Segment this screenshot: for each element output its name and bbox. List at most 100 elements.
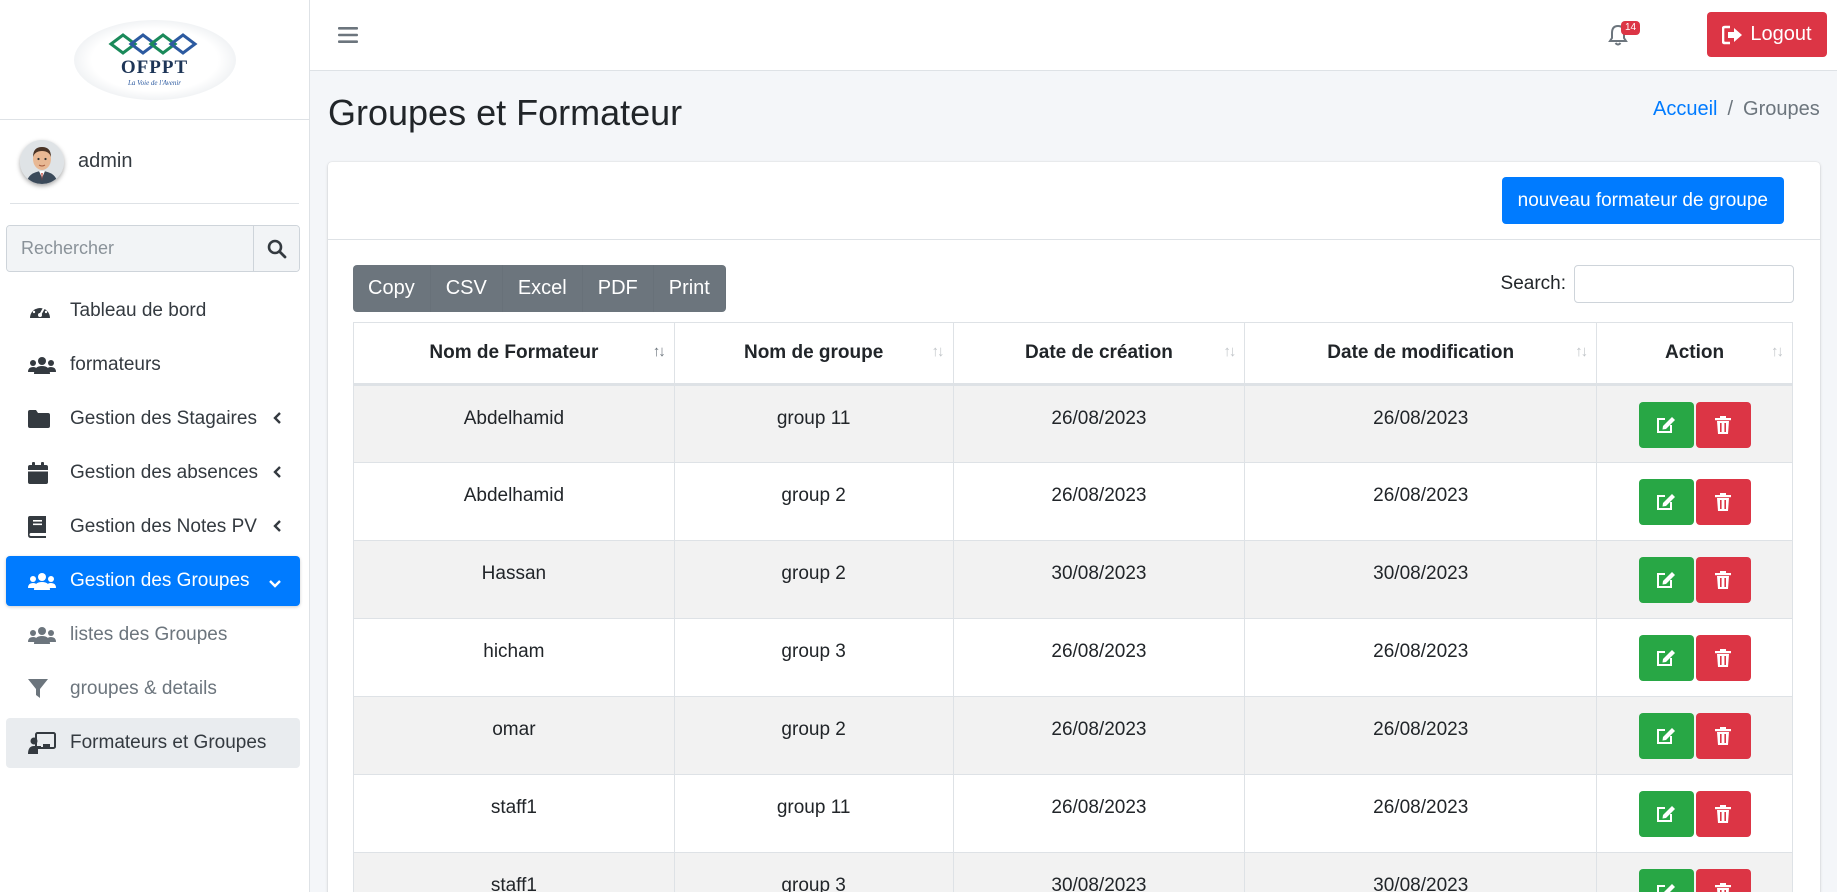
- new-group-trainer-button[interactable]: nouveau formateur de groupe: [1501, 177, 1784, 224]
- cell-actions: [1596, 540, 1793, 619]
- sidebar-item-gestion-des-stagaires[interactable]: Gestion des Stagaires: [6, 394, 300, 444]
- sidebar-item-groupes-details[interactable]: groupes & details: [6, 664, 300, 714]
- table-search-input[interactable]: [1574, 265, 1794, 303]
- cell-formateur: Abdelhamid: [353, 462, 675, 541]
- logo-subtitle: La Voie de l'Avenir: [127, 78, 182, 87]
- sidebar: OFPPT La Voie de l'Avenir admin Recherch…: [0, 0, 310, 892]
- table-body: Abdelhamid group 11 26/08/2023 26/08/202…: [353, 384, 1793, 892]
- edit-button[interactable]: [1638, 869, 1694, 892]
- ofppt-logo[interactable]: OFPPT La Voie de l'Avenir: [73, 19, 236, 100]
- edit-icon: [1657, 572, 1676, 588]
- cell-creation: 26/08/2023: [952, 696, 1246, 775]
- edit-button[interactable]: [1638, 402, 1694, 448]
- cell-creation: 26/08/2023: [952, 774, 1246, 853]
- menu-toggle-icon[interactable]: [338, 26, 358, 49]
- card-header: nouveau formateur de groupe: [328, 162, 1820, 240]
- cell-groupe: group 3: [673, 618, 954, 697]
- excel-button[interactable]: Excel: [503, 265, 583, 312]
- trash-icon: [1715, 883, 1732, 892]
- edit-button[interactable]: [1638, 557, 1694, 603]
- cell-formateur: omar: [353, 696, 675, 775]
- pdf-button[interactable]: PDF: [583, 265, 654, 312]
- chevron-left-icon: [272, 463, 282, 485]
- cell-formateur: hicham: [353, 618, 675, 697]
- table-header-row: Nom de Formateur ↑↓ Nom de groupe ↑↓ Date …: [353, 322, 1793, 386]
- avatar[interactable]: [20, 139, 64, 184]
- logo-emblem-icon: [108, 32, 197, 55]
- sidebar-item-formateurs[interactable]: formateurs: [6, 340, 300, 390]
- user-panel[interactable]: admin: [10, 120, 299, 204]
- sidebar-item-label: Gestion des Notes PV: [70, 516, 257, 537]
- copy-button[interactable]: Copy: [353, 265, 431, 312]
- logout-button[interactable]: Logout: [1707, 12, 1827, 57]
- calendar-icon: [28, 461, 56, 485]
- brand[interactable]: OFPPT La Voie de l'Avenir: [0, 0, 309, 120]
- sidebar-item-gestion-des-groupes[interactable]: Gestion des Groupes: [6, 556, 300, 606]
- delete-button[interactable]: [1695, 479, 1751, 525]
- users-icon: [28, 353, 56, 377]
- sidebar-search-input[interactable]: [7, 226, 253, 271]
- sidebar-item-listes-des-groupes[interactable]: listes des Groupes: [6, 610, 300, 660]
- sidebar-item-gestion-des-notes-pv[interactable]: Gestion des Notes PV: [6, 502, 300, 552]
- column-header-modification[interactable]: Date de modification ↑↓: [1244, 322, 1598, 386]
- cell-modification: 26/08/2023: [1244, 618, 1598, 697]
- cell-creation: 26/08/2023: [952, 462, 1246, 541]
- trash-icon: [1715, 493, 1732, 511]
- export-buttons: Copy CSV Excel PDF Print: [353, 265, 726, 312]
- edit-icon: [1657, 417, 1676, 433]
- column-header-groupe[interactable]: Nom de groupe ↑↓: [673, 322, 954, 386]
- tachometer-icon: [28, 299, 56, 323]
- sort-icon: ↑↓: [1223, 343, 1236, 360]
- csv-button[interactable]: CSV: [431, 265, 503, 312]
- cell-actions: [1596, 384, 1793, 463]
- sidebar-item-tableau-de-bord[interactable]: Tableau de bord: [6, 286, 300, 336]
- trash-icon: [1715, 649, 1732, 667]
- table-row: omar group 2 26/08/2023 26/08/2023: [353, 696, 1793, 775]
- table-search-label: Search:: [1500, 273, 1566, 294]
- page-title: Groupes et Formateur: [328, 92, 683, 133]
- print-button[interactable]: Print: [654, 265, 726, 312]
- edit-button[interactable]: [1638, 791, 1694, 837]
- users-icon: [28, 569, 56, 593]
- groups-table: Nom de Formateur ↑↓ Nom de groupe ↑↓ Date …: [353, 322, 1793, 892]
- table-row: staff1 group 3 30/08/2023 30/08/2023: [353, 852, 1793, 892]
- delete-button[interactable]: [1695, 713, 1751, 759]
- groups-card: nouveau formateur de groupe Copy CSV Exc…: [328, 162, 1820, 892]
- column-header-creation[interactable]: Date de création ↑↓: [952, 322, 1246, 386]
- delete-button[interactable]: [1695, 869, 1751, 892]
- cell-actions: [1596, 852, 1793, 892]
- table-row: Abdelhamid group 2 26/08/2023 26/08/2023: [353, 462, 1793, 541]
- chalkboard-teacher-icon: [28, 731, 56, 755]
- table-search: Search:: [1501, 265, 1794, 303]
- delete-button[interactable]: [1695, 635, 1751, 681]
- sidebar-item-gestion-des-absences[interactable]: Gestion des absences: [6, 448, 300, 498]
- column-header-action[interactable]: Action ↑↓: [1596, 322, 1793, 386]
- cell-creation: 30/08/2023: [952, 852, 1246, 892]
- cell-groupe: group 11: [673, 774, 954, 853]
- edit-icon: [1657, 884, 1676, 892]
- column-header-formateur[interactable]: Nom de Formateur ↑↓: [353, 322, 675, 386]
- cell-formateur: staff1: [353, 774, 675, 853]
- breadcrumb-home-link[interactable]: Accueil: [1653, 98, 1717, 121]
- delete-button[interactable]: [1695, 402, 1751, 448]
- edit-button[interactable]: [1638, 635, 1694, 681]
- cell-groupe: group 2: [673, 540, 954, 619]
- cell-actions: [1596, 462, 1793, 541]
- chevron-down-icon: [268, 573, 282, 595]
- search-icon: [267, 239, 286, 258]
- delete-button[interactable]: [1695, 791, 1751, 837]
- cell-creation: 26/08/2023: [952, 384, 1246, 463]
- edit-button[interactable]: [1638, 713, 1694, 759]
- sidebar-search-button[interactable]: [253, 226, 299, 271]
- cell-groupe: group 2: [673, 462, 954, 541]
- sidebar-item-formateurs-et-groupes[interactable]: Formateurs et Groupes: [6, 718, 300, 768]
- edit-button[interactable]: [1638, 479, 1694, 525]
- cell-modification: 30/08/2023: [1244, 852, 1598, 892]
- cell-actions: [1596, 774, 1793, 853]
- sidebar-item-label: Formateurs et Groupes: [70, 732, 267, 753]
- username[interactable]: admin: [78, 150, 132, 173]
- sort-icon: ↑↓: [931, 343, 945, 360]
- edit-icon: [1657, 494, 1676, 510]
- sidebar-item-label: Gestion des Stagaires: [70, 408, 257, 429]
- delete-button[interactable]: [1695, 557, 1751, 603]
